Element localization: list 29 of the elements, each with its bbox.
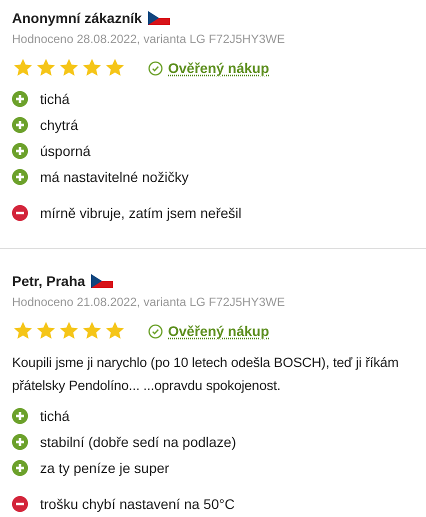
pro-item: chytrá xyxy=(40,116,78,135)
reviewer-name: Petr, Praha xyxy=(12,272,86,290)
plus-icon xyxy=(12,91,28,107)
pro-item: má nastavitelné nožičky xyxy=(40,168,189,187)
plus-icon xyxy=(12,117,28,133)
verified-purchase-link[interactable]: Ověřený nákup xyxy=(168,58,270,78)
pro-item: stabilní (dobře sedí na podlaze) xyxy=(40,432,236,452)
check-circle-icon xyxy=(148,60,163,76)
minus-icon xyxy=(12,205,28,221)
check-circle-icon xyxy=(148,324,163,338)
reviewer-name: Anonymní zákazník xyxy=(12,8,142,28)
pro-item: tichá xyxy=(40,406,70,426)
plus-icon xyxy=(12,460,28,476)
review-meta: Hodnoceno 28.08.2022, varianta LG F72J5HY3WE xyxy=(12,31,286,48)
plus-icon xyxy=(12,143,28,159)
review-meta: Hodnoceno 21.08.2022, varianta LG F72J5HY3WE xyxy=(12,294,286,311)
con-item: mírně vibruje, zatím jsem neřešil xyxy=(40,204,242,223)
con-item: trošku chybí nastavení na 50°C xyxy=(40,494,235,514)
plus-icon xyxy=(12,434,28,450)
plus-icon xyxy=(12,169,28,185)
verified-purchase-link[interactable]: Ověřený nákup xyxy=(168,320,270,342)
minus-icon xyxy=(12,496,28,512)
pro-item: úsporná xyxy=(40,142,91,161)
pro-item: tichá xyxy=(40,90,70,108)
czech-flag-icon xyxy=(91,274,114,288)
review-text: Koupili jsme ji narychlo (po 10 letech odešla BOSCH), teď ji říkám přátelsky Pendolíno... ...opravdu spokojenost. xyxy=(12,354,400,395)
pro-item: za ty peníze je super xyxy=(40,458,170,478)
czech-flag-icon xyxy=(148,11,170,25)
plus-icon xyxy=(12,408,28,424)
